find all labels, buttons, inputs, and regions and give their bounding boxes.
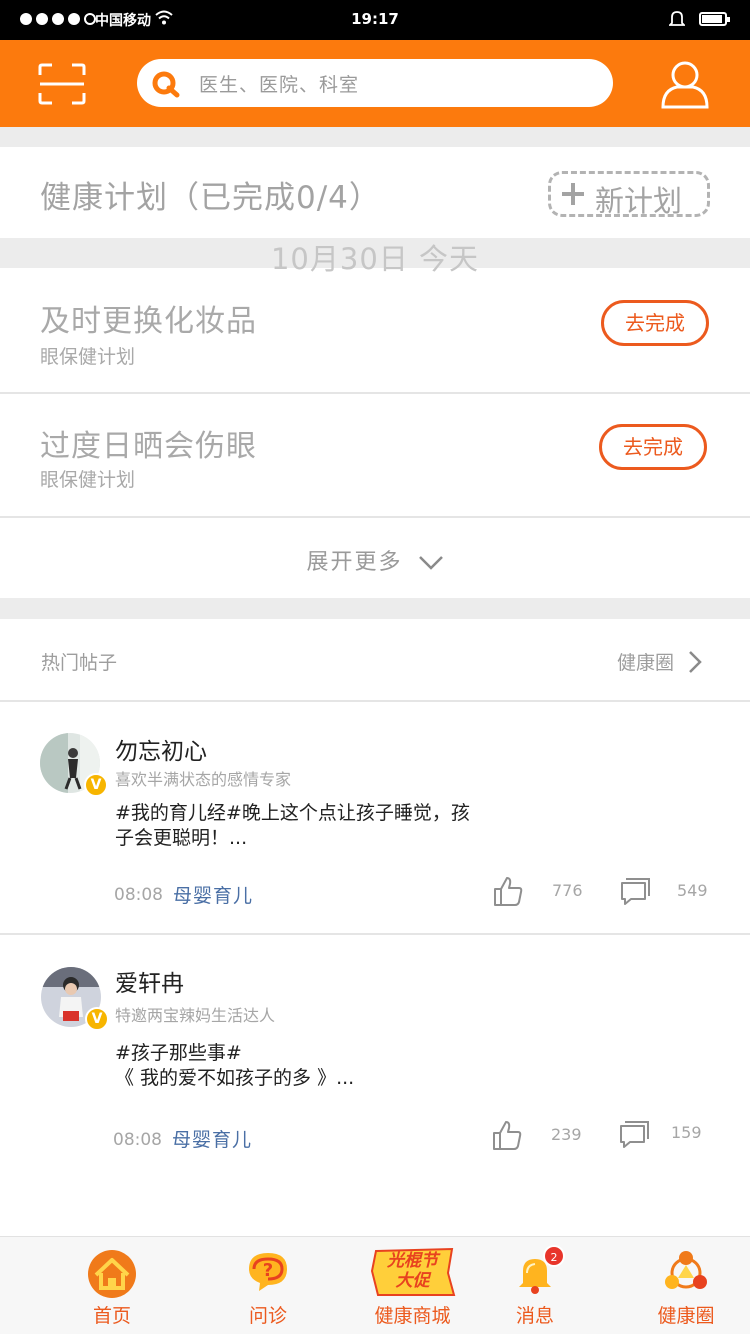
post-text[interactable]: #我的育儿经#晚上这个点让孩子睡觉，孩子会更聪明！... (115, 801, 475, 851)
tab-label: 首页 (92, 1305, 131, 1327)
promo-text-2: 大促 (395, 1271, 430, 1291)
search-bar[interactable]: 医生、医院、科室 (137, 59, 613, 107)
promo-icon: 光棍节 大促 (370, 1247, 456, 1297)
post-category-tag[interactable]: 母婴育儿 (172, 1125, 252, 1152)
post-category-tag[interactable]: 母婴育儿 (173, 881, 253, 908)
chevron-right-icon (689, 650, 702, 673)
tab-label: 健康圈 (657, 1305, 715, 1327)
thumbs-up-icon[interactable] (491, 1119, 523, 1151)
comment-count: 159 (671, 1123, 702, 1142)
avatar[interactable]: V (41, 967, 109, 1031)
alarm-icon (669, 11, 685, 26)
new-plan-label: 新计划 (595, 184, 683, 218)
post-username[interactable]: 勿忘初心 (115, 732, 207, 766)
like-count: 239 (551, 1125, 582, 1144)
plan-name: 及时更换化妆品 (40, 304, 257, 339)
expand-more-button[interactable]: 展开更多 (0, 544, 750, 576)
home-icon (88, 1250, 136, 1298)
complete-plan-button[interactable]: 去完成 (599, 424, 707, 470)
tab-label: 问诊 (248, 1305, 287, 1327)
battery-icon (699, 12, 730, 26)
tab-label: 健康商城 (374, 1305, 451, 1327)
post-user-desc: 喜欢半满状态的感情专家 (115, 770, 292, 789)
profile-icon[interactable] (660, 58, 710, 110)
post-time: 08:08 (113, 1130, 162, 1150)
tab-home[interactable]: 首页 (62, 1237, 162, 1334)
plus-icon (562, 183, 584, 205)
complete-plan-button[interactable]: 去完成 (601, 300, 709, 346)
tab-health-circle[interactable]: 健康圈 (640, 1237, 732, 1334)
scan-icon[interactable] (38, 63, 86, 105)
promo-text-1: 光棍节 (387, 1251, 438, 1271)
app-header: 医生、医院、科室 (0, 40, 750, 127)
like-count: 776 (552, 881, 583, 900)
comment-icon[interactable] (620, 876, 652, 906)
section-spacer (0, 598, 750, 619)
plan-name: 过度日晒会伤眼 (40, 429, 257, 464)
svg-text:?: ? (263, 1260, 273, 1281)
tab-messages[interactable]: 2 消息 (490, 1237, 580, 1334)
avatar[interactable]: V (40, 733, 108, 797)
tab-health-mall[interactable]: 光棍节 大促 健康商城 (360, 1237, 465, 1334)
thumbs-up-icon[interactable] (492, 875, 524, 907)
section-spacer (0, 127, 750, 147)
search-placeholder: 医生、医院、科室 (199, 74, 360, 96)
notification-badge: 2 (543, 1245, 565, 1267)
comment-icon[interactable] (619, 1119, 651, 1149)
bottom-tab-bar: 首页 ? 问诊 光棍节 大促 健康商城 2 消息 健康圈 (0, 1236, 750, 1334)
post-time: 08:08 (114, 885, 163, 905)
verified-badge: V (84, 773, 108, 797)
divider (0, 392, 750, 394)
date-label: 10月30日 今天 (270, 242, 480, 276)
clock: 19:17 (351, 10, 399, 28)
tab-consult[interactable]: ? 问诊 (218, 1237, 318, 1334)
expand-more-label: 展开更多 (306, 550, 403, 575)
tab-label: 消息 (515, 1305, 554, 1327)
health-circle-link-label: 健康圈 (617, 652, 675, 674)
health-circle-link[interactable]: 健康圈 (617, 648, 702, 675)
post-username[interactable]: 爱轩冉 (115, 964, 184, 998)
plan-category: 眼保健计划 (40, 346, 136, 368)
post-text[interactable]: #孩子那些事# 《 我的爱不如孩子的多 》... (115, 1041, 475, 1091)
divider (0, 700, 750, 702)
circle-icon (665, 1251, 707, 1289)
search-icon (152, 71, 180, 98)
divider (0, 516, 750, 518)
hot-posts-title: 热门帖子 (41, 652, 118, 674)
status-bar: 中国移动 19:17 (0, 0, 750, 40)
comment-count: 549 (677, 881, 708, 900)
chevron-down-icon (418, 556, 443, 570)
post-user-desc: 特邀两宝辣妈生活达人 (115, 1006, 276, 1025)
health-plan-title: 健康计划（已完成0/4） (40, 180, 381, 216)
verified-badge: V (85, 1007, 109, 1031)
divider (0, 933, 750, 935)
consult-icon: ? (249, 1253, 287, 1291)
plan-category: 眼保健计划 (40, 469, 136, 491)
new-plan-button[interactable]: 新计划 (548, 171, 710, 218)
